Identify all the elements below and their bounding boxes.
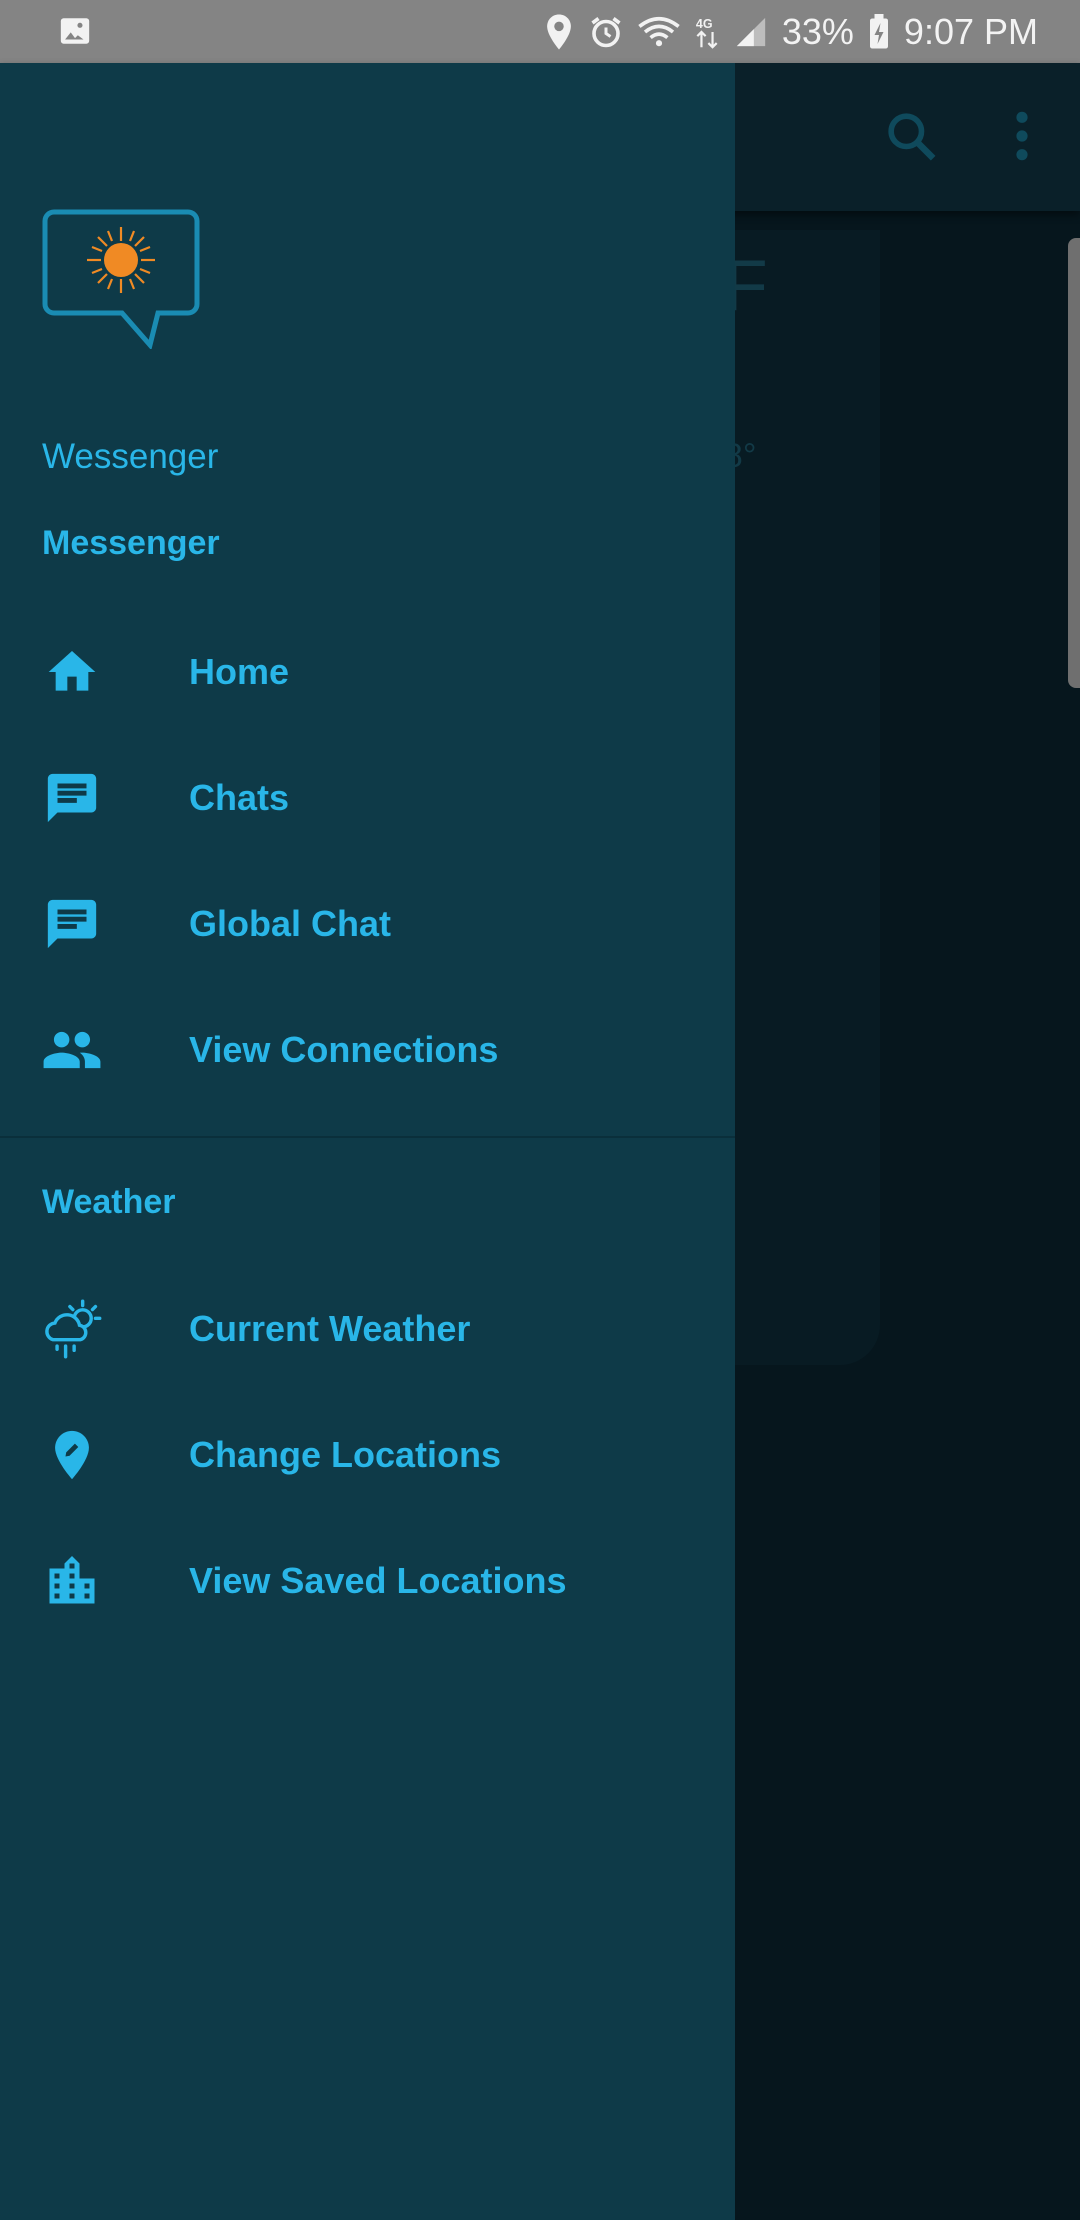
section-header-messenger: Messenger — [42, 524, 220, 562]
nav-label: Change Locations — [189, 1434, 502, 1475]
alarm-icon — [588, 14, 624, 50]
home-icon — [40, 642, 104, 702]
search-icon[interactable] — [883, 108, 939, 169]
nav-label: Current Weather — [189, 1308, 471, 1349]
nav-label: Global Chat — [189, 903, 392, 944]
signal-icon — [734, 15, 768, 49]
status-bar: 4G 33% 9:07 PM — [0, 0, 1080, 63]
nav-label: Chats — [189, 777, 290, 818]
nav-item-view-saved-locations[interactable]: View Saved Locations — [0, 1518, 735, 1644]
edit-location-icon — [40, 1425, 104, 1485]
nav-item-chats[interactable]: Chats — [0, 735, 735, 861]
svg-text:4G: 4G — [696, 16, 713, 30]
section-divider — [0, 1136, 735, 1138]
chat-icon — [40, 894, 104, 954]
nav-item-home[interactable]: Home — [0, 609, 735, 735]
battery-percent: 33% — [781, 10, 854, 52]
section-header-weather: Weather — [42, 1183, 176, 1221]
weather-icon — [40, 1299, 104, 1359]
data-4g-icon: 4G — [694, 14, 720, 50]
nav-item-current-weather[interactable]: Current Weather — [0, 1266, 735, 1392]
clock: 9:07 PM — [903, 10, 1038, 52]
app-logo — [42, 209, 200, 354]
nav-item-change-locations[interactable]: Change Locations — [0, 1392, 735, 1518]
image-icon — [58, 14, 92, 48]
people-icon — [40, 1020, 104, 1080]
navigation-drawer: Wessenger Messenger Home Chats Global Ch… — [0, 63, 735, 2220]
chat-icon — [40, 768, 104, 828]
scrollbar[interactable] — [1068, 238, 1080, 688]
nav-item-view-connections[interactable]: View Connections — [0, 987, 735, 1113]
wifi-icon — [638, 15, 680, 49]
battery-charging-icon — [868, 13, 890, 50]
nav-label: View Connections — [189, 1029, 499, 1070]
nav-label: View Saved Locations — [189, 1560, 567, 1601]
nav-label: Home — [189, 651, 290, 692]
overflow-menu-icon[interactable] — [1005, 108, 1039, 169]
nav-item-global-chat[interactable]: Global Chat — [0, 861, 735, 987]
drawer-app-name: Wessenger — [42, 437, 219, 476]
location-icon — [544, 13, 574, 51]
city-icon — [40, 1551, 104, 1611]
